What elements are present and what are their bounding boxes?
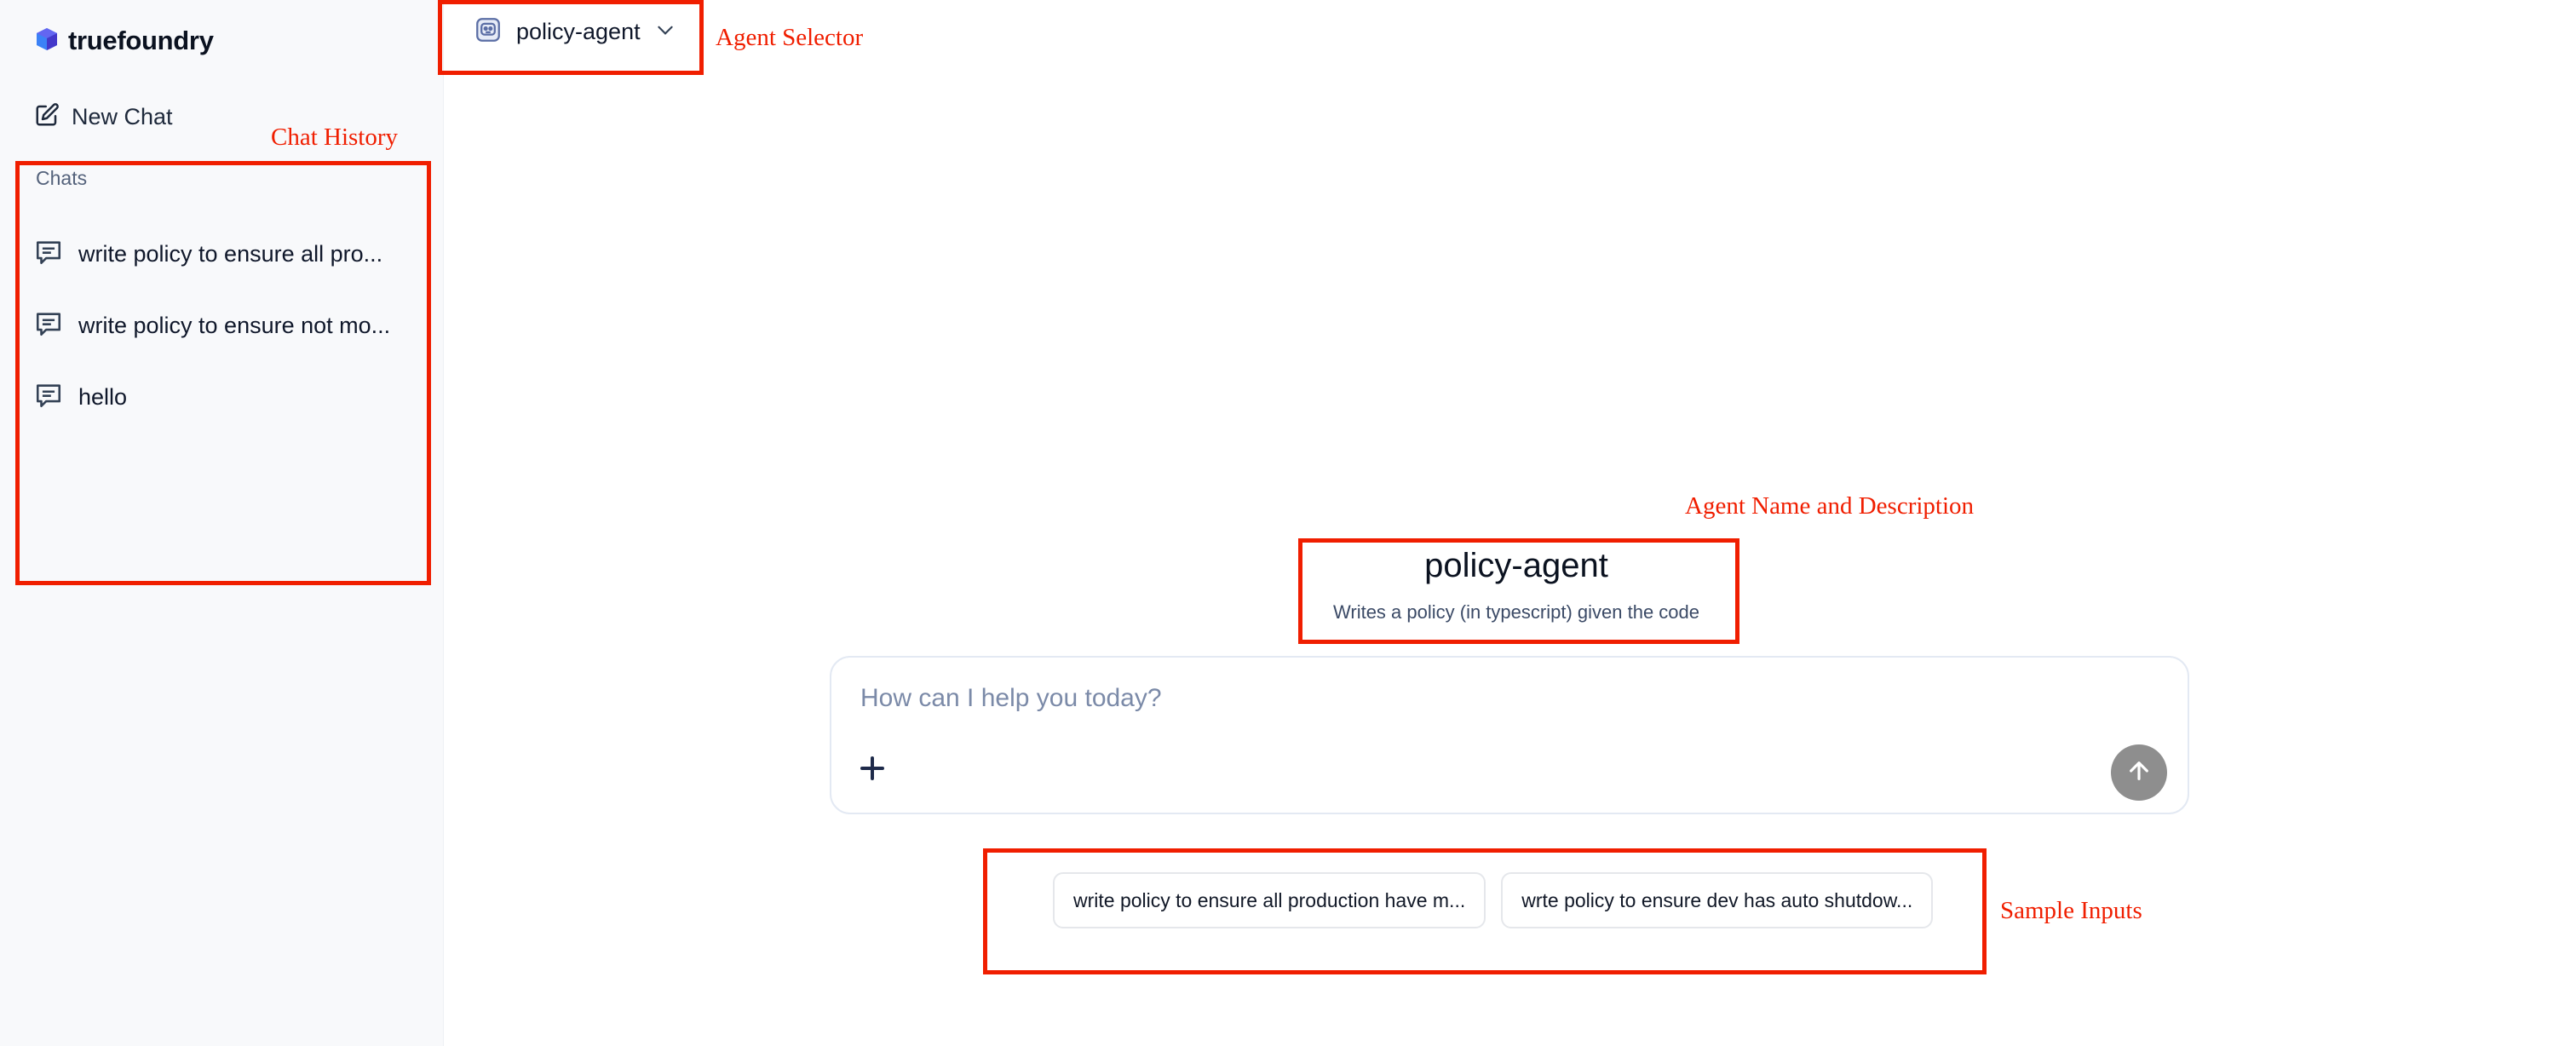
brand-logo[interactable]: truefoundry: [36, 26, 214, 56]
new-chat-button[interactable]: New Chat: [34, 102, 173, 132]
annotation-box-agent-selector: [438, 0, 704, 75]
new-chat-label: New Chat: [72, 104, 173, 129]
annotation-box-chat-history: [15, 161, 431, 585]
annotation-label-agent-selector: Agent Selector: [716, 24, 864, 51]
annotation-label-agent-info: Agent Name and Description: [1685, 492, 1975, 520]
brand-name: truefoundry: [68, 26, 214, 55]
message-composer: [830, 656, 2189, 814]
annotation-label-sample-inputs: Sample Inputs: [2000, 897, 2142, 924]
plus-icon: [852, 756, 893, 792]
arrow-up-icon: [2125, 757, 2153, 789]
send-button[interactable]: [2111, 744, 2167, 801]
edit-icon: [34, 102, 60, 132]
annotation-box-sample-inputs: [983, 848, 1987, 974]
truefoundry-logo-icon: [36, 27, 58, 55]
annotation-label-chat-history: Chat History: [271, 124, 399, 151]
message-input[interactable]: [859, 683, 2055, 714]
attach-button[interactable]: [852, 748, 893, 789]
annotation-box-agent-info: [1298, 538, 1739, 644]
